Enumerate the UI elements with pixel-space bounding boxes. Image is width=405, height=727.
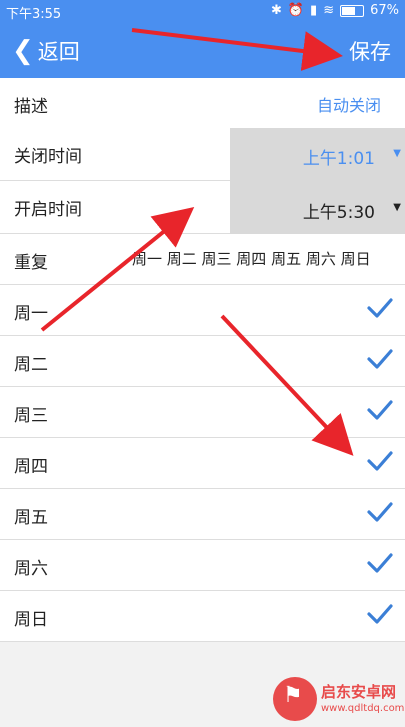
back-button[interactable]: ❮ 返回: [12, 36, 80, 66]
open-time-label: 开启时间: [14, 200, 82, 220]
save-button[interactable]: 保存: [349, 36, 391, 66]
weekday-label: 周二: [14, 355, 48, 375]
weekday-row[interactable]: 周一: [0, 285, 405, 336]
dropdown-arrow-icon: ▼: [393, 148, 401, 159]
signal-icon: ▮: [310, 3, 318, 18]
open-time-value[interactable]: 上午5:30: [303, 198, 375, 223]
time-picker[interactable]: 上午1:01 ▼ 上午5:30 ▼: [230, 128, 405, 234]
close-time-label: 关闭时间: [14, 147, 82, 167]
weekday-label: 周四: [14, 457, 48, 477]
weekday-label: 周三: [14, 406, 48, 426]
weekday-row[interactable]: 周六: [0, 540, 405, 591]
weekday-row[interactable]: 周日: [0, 591, 405, 642]
watermark: 启东安卓网 www.qdltdq.com: [273, 677, 404, 721]
checkmark-icon: [367, 604, 393, 624]
repeat-label: 重复: [14, 253, 48, 273]
checkmark-icon: [367, 298, 393, 318]
weekday-row[interactable]: 周五: [0, 489, 405, 540]
weekday-label: 周五: [14, 508, 48, 528]
watermark-url: www.qdltdq.com: [321, 703, 405, 714]
weekday-row[interactable]: 周三: [0, 387, 405, 438]
battery-icon: [340, 4, 365, 17]
alarm-icon: ⏰: [287, 3, 305, 18]
watermark-logo-icon: [273, 677, 317, 721]
bluetooth-icon: ✱: [270, 3, 282, 18]
wifi-icon: ≋: [323, 3, 335, 18]
watermark-text: 启东安卓网: [321, 683, 397, 701]
close-time-value[interactable]: 上午1:01: [303, 144, 375, 169]
status-bar: 下午3:55 ✱ ⏰ ▮ ≋ 67%: [0, 0, 405, 24]
checkmark-icon: [367, 502, 393, 522]
weekday-label: 周六: [14, 559, 48, 579]
description-label: 描述: [14, 97, 48, 117]
description-row[interactable]: 描述 自动关闭: [0, 78, 405, 129]
weekday-row[interactable]: 周四: [0, 438, 405, 489]
weekday-label: 周日: [14, 610, 48, 630]
repeat-row[interactable]: 重复 周一 周二 周三 周四 周五 周六 周日: [0, 234, 405, 285]
checkmark-icon: [367, 451, 393, 471]
chevron-left-icon: ❮: [12, 36, 34, 66]
repeat-summary: 周一 周二 周三 周四 周五 周六 周日: [132, 250, 371, 268]
weekday-label: 周一: [14, 304, 48, 324]
checkmark-icon: [367, 400, 393, 420]
back-label: 返回: [37, 40, 80, 64]
weekday-row[interactable]: 周二: [0, 336, 405, 387]
description-value[interactable]: 自动关闭: [317, 92, 381, 116]
status-icons: ✱ ⏰ ▮ ≋ 67%: [271, 3, 399, 18]
app-header: ❮ 返回 保存: [0, 24, 405, 78]
battery-percent: 67%: [370, 3, 399, 18]
checkmark-icon: [367, 553, 393, 573]
checkmark-icon: [367, 349, 393, 369]
status-time: 下午3:55: [6, 7, 62, 22]
dropdown-arrow-icon: ▼: [393, 202, 401, 213]
